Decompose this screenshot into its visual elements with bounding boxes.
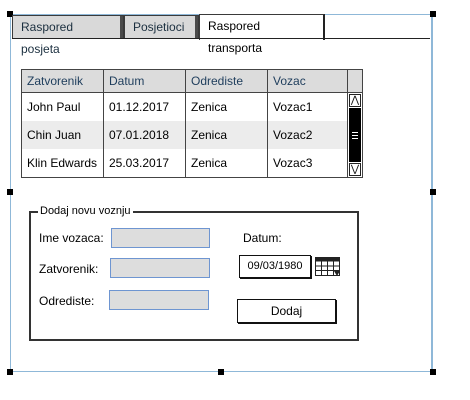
add-button[interactable]: Dodaj: [237, 299, 336, 323]
column-divider: [185, 93, 186, 177]
resize-handle-bottom-middle[interactable]: [218, 369, 224, 375]
destination-label: Odrediste:: [39, 294, 95, 308]
vertical-scrollbar[interactable]: ⋀ ⋁: [347, 93, 362, 177]
resize-handle-bottom-left[interactable]: [7, 369, 13, 375]
column-header-datum[interactable]: Datum: [104, 70, 186, 93]
resize-handle-middle-left[interactable]: [7, 189, 13, 195]
tab-bar: Raspored posjeta Posjetioci Raspored tra…: [12, 14, 430, 56]
tab-posjetioci[interactable]: Posjetioci: [124, 15, 199, 39]
resize-handle-middle-right[interactable]: [430, 189, 436, 195]
scroll-thumb[interactable]: [349, 108, 361, 162]
column-header-vozac[interactable]: Vozac: [268, 70, 348, 93]
cell-odrediste: Zenica: [191, 128, 228, 142]
prisoner-input[interactable]: [110, 258, 210, 278]
prisoner-label: Zatvorenik:: [39, 262, 99, 276]
cell-odrediste: Zenica: [191, 100, 228, 114]
tab-raspored-posjeta[interactable]: Raspored posjeta: [12, 15, 124, 56]
cell-vozac: Vozac3: [273, 156, 313, 170]
cell-datum: 07.01.2018: [109, 128, 170, 142]
date-label: Datum:: [243, 231, 282, 245]
cell-zatvorenik: Chin Juan: [27, 128, 82, 142]
cell-vozac: Vozac1: [273, 100, 313, 114]
cell-zatvorenik: John Paul: [27, 100, 81, 114]
calendar-icon[interactable]: [315, 257, 341, 277]
cell-datum: 25.03.2017: [109, 156, 170, 170]
tab-raspored-transporta[interactable]: Raspored transporta: [199, 14, 325, 55]
driver-name-input[interactable]: [111, 228, 210, 248]
resize-handle-top-right[interactable]: [430, 11, 436, 17]
column-divider: [103, 93, 104, 177]
resize-handle-bottom-right[interactable]: [430, 369, 436, 375]
cell-vozac: Vozac2: [273, 128, 313, 142]
column-header-zatvorenik[interactable]: Zatvorenik: [22, 70, 104, 93]
groupbox-title: Dodaj novu voznju: [38, 205, 133, 217]
table-header: Zatvorenik Datum Odrediste Vozac: [22, 70, 362, 93]
date-input[interactable]: 09/03/1980: [239, 255, 311, 278]
driver-label: Ime vozaca:: [39, 231, 104, 245]
tab-divider: [12, 38, 430, 39]
destination-input[interactable]: [109, 290, 209, 310]
cell-zatvorenik: Klin Edwards: [27, 156, 98, 170]
scroll-up-button[interactable]: ⋀: [349, 94, 361, 107]
transport-table: Zatvorenik Datum Odrediste Vozac John Pa…: [21, 69, 363, 178]
column-divider: [267, 93, 268, 177]
column-header-odrediste[interactable]: Odrediste: [186, 70, 268, 93]
scroll-down-button[interactable]: ⋁: [349, 163, 361, 176]
cell-odrediste: Zenica: [191, 156, 228, 170]
cell-datum: 01.12.2017: [109, 100, 170, 114]
